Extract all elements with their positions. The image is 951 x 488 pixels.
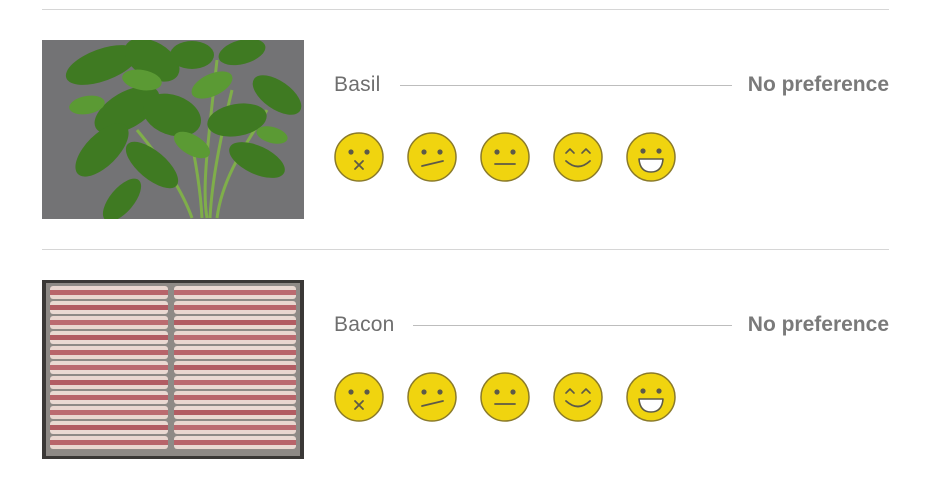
rating-slightly-dislike-button[interactable]	[407, 372, 457, 422]
label-rule	[413, 325, 732, 326]
neutral-face-icon	[480, 372, 530, 422]
bacon-photo	[42, 280, 304, 459]
dislike-face-icon	[334, 372, 384, 422]
basil-photo	[42, 40, 304, 219]
like-face-icon	[553, 372, 603, 422]
neutral-face-icon	[480, 132, 530, 182]
rating-slightly-dislike-button[interactable]	[407, 132, 457, 182]
rating-dislike-button[interactable]	[334, 372, 384, 422]
rating-love-button[interactable]	[626, 372, 676, 422]
rating-dislike-button[interactable]	[334, 132, 384, 182]
like-face-icon	[553, 132, 603, 182]
rating-love-button[interactable]	[626, 132, 676, 182]
rating-like-button[interactable]	[553, 132, 603, 182]
preference-value-bacon: No preference	[747, 313, 889, 336]
rating-like-button[interactable]	[553, 372, 603, 422]
row-divider	[42, 249, 889, 250]
preference-value-basil: No preference	[747, 73, 889, 96]
top-divider	[42, 9, 889, 10]
food-name-bacon: Bacon	[334, 313, 395, 336]
dislike-face-icon	[334, 132, 384, 182]
rating-neutral-button[interactable]	[480, 372, 530, 422]
love-face-icon	[626, 372, 676, 422]
rating-neutral-button[interactable]	[480, 132, 530, 182]
food-name-basil: Basil	[334, 73, 381, 96]
slightly-dislike-face-icon	[407, 372, 457, 422]
label-rule	[400, 85, 732, 86]
food-row-basil: Basil No preference	[42, 40, 889, 219]
love-face-icon	[626, 132, 676, 182]
slightly-dislike-face-icon	[407, 132, 457, 182]
food-row-bacon: Bacon No preference	[42, 280, 889, 459]
